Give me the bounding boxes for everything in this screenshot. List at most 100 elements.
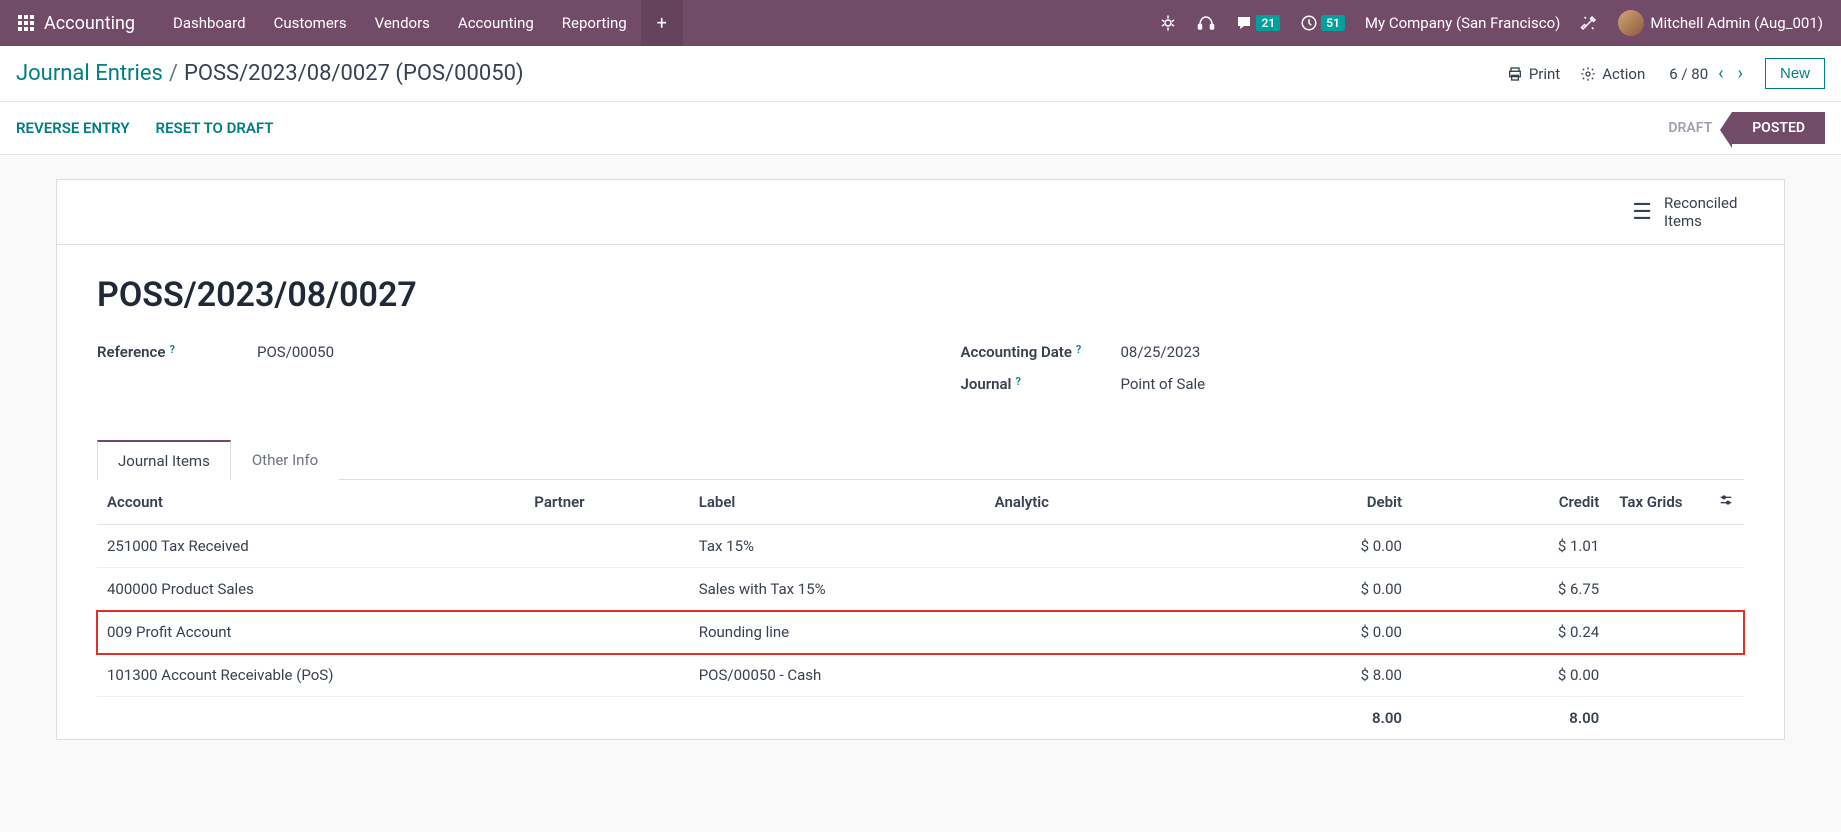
pager-prev[interactable]: ‹ (1714, 63, 1727, 84)
tab-other-info[interactable]: Other Info (231, 440, 339, 480)
activities-icon[interactable]: 51 (1290, 14, 1355, 32)
content-area: ☰ Reconciled Items POSS/2023/08/0027 Ref… (0, 155, 1841, 764)
avatar (1618, 10, 1644, 36)
cell-opts (1708, 525, 1744, 568)
table-row[interactable]: 101300 Account Receivable (PoS) POS/00050… (97, 654, 1744, 697)
print-button[interactable]: Print (1507, 65, 1560, 83)
reverse-entry-button[interactable]: REVERSE ENTRY (16, 119, 130, 137)
debug-icon[interactable] (1149, 14, 1187, 32)
cell-label: Rounding line (689, 611, 985, 654)
status-posted[interactable]: POSTED (1732, 112, 1825, 144)
top-navbar: Accounting Dashboard Customers Vendors A… (0, 0, 1841, 46)
meta-row: Reference? POS/00050 Accounting Date? 08… (97, 343, 1744, 407)
cell-label: Sales with Tax 15% (689, 568, 985, 611)
messages-icon[interactable]: 21 (1225, 14, 1290, 32)
reference-label: Reference? (97, 343, 257, 361)
col-settings[interactable] (1708, 480, 1744, 525)
help-icon[interactable]: ? (169, 343, 174, 356)
cell-account: 101300 Account Receivable (PoS) (97, 654, 524, 697)
pager-next[interactable]: › (1734, 63, 1747, 84)
help-icon[interactable]: ? (1015, 375, 1020, 388)
cell-opts (1708, 654, 1744, 697)
cell-tax (1609, 654, 1708, 697)
reference-value[interactable]: POS/00050 (257, 343, 334, 361)
pager: 6 / 80 ‹ › (1669, 63, 1747, 84)
journal-label: Journal? (961, 375, 1121, 393)
new-button[interactable]: New (1765, 58, 1825, 89)
total-credit: 8.00 (1412, 697, 1609, 740)
col-partner[interactable]: Partner (524, 480, 688, 525)
total-row: 8.008.00 (97, 697, 1744, 740)
apps-icon[interactable] (16, 13, 36, 33)
cell-credit: $ 1.01 (1412, 525, 1609, 568)
cell-debit: $ 8.00 (1215, 654, 1412, 697)
breadcrumb-sep: / (169, 61, 178, 86)
col-credit[interactable]: Credit (1412, 480, 1609, 525)
tab-journal-items[interactable]: Journal Items (97, 440, 231, 480)
cell-opts (1708, 568, 1744, 611)
table-row[interactable]: 400000 Product Sales Sales with Tax 15% $ … (97, 568, 1744, 611)
accounting-date-value[interactable]: 08/25/2023 (1121, 343, 1201, 361)
cell-analytic (985, 611, 1215, 654)
cell-debit: $ 0.00 (1215, 568, 1412, 611)
col-label[interactable]: Label (689, 480, 985, 525)
cell-label: POS/00050 - Cash (689, 654, 985, 697)
cell-partner (524, 611, 688, 654)
reconciled-items-button[interactable]: ☰ Reconciled Items (1632, 194, 1754, 230)
accounting-date-label: Accounting Date? (961, 343, 1121, 361)
nav-dashboard[interactable]: Dashboard (159, 14, 260, 32)
cell-credit: $ 6.75 (1412, 568, 1609, 611)
user-menu[interactable]: Mitchell Admin (Aug_001) (1608, 10, 1833, 36)
user-name: Mitchell Admin (Aug_001) (1650, 14, 1823, 32)
nav-reporting[interactable]: Reporting (548, 14, 641, 32)
print-icon (1507, 66, 1523, 82)
col-account[interactable]: Account (97, 480, 524, 525)
cell-account: 400000 Product Sales (97, 568, 524, 611)
cell-tax (1609, 568, 1708, 611)
reset-draft-button[interactable]: RESET TO DRAFT (156, 119, 274, 137)
action-button[interactable]: Action (1580, 65, 1645, 83)
breadcrumb-root[interactable]: Journal Entries (16, 61, 163, 86)
cell-debit: $ 0.00 (1215, 611, 1412, 654)
nav-add-tab[interactable]: + (641, 0, 683, 46)
cell-tax (1609, 611, 1708, 654)
total-debit: 8.00 (1215, 697, 1412, 740)
entry-title: POSS/2023/08/0027 (97, 275, 1744, 315)
support-icon[interactable] (1187, 14, 1225, 32)
help-icon[interactable]: ? (1076, 343, 1081, 356)
journal-value[interactable]: Point of Sale (1121, 375, 1206, 393)
messages-badge: 21 (1256, 15, 1280, 31)
brand-label[interactable]: Accounting (44, 13, 135, 34)
detail-tabs: Journal Items Other Info (97, 439, 1744, 480)
cell-opts (1708, 611, 1744, 654)
cell-tax (1609, 525, 1708, 568)
cell-partner (524, 525, 688, 568)
cell-partner (524, 568, 688, 611)
cell-label: Tax 15% (689, 525, 985, 568)
action-bar: REVERSE ENTRY RESET TO DRAFT DRAFT POSTE… (0, 102, 1841, 155)
breadcrumb-current: POSS/2023/08/0027 (POS/00050) (184, 61, 524, 86)
journal-items-table: Account Partner Label Analytic Debit Cre… (97, 480, 1744, 739)
pager-text: 6 / 80 (1669, 65, 1708, 83)
nav-accounting[interactable]: Accounting (444, 14, 548, 32)
activities-badge: 51 (1321, 15, 1345, 31)
card-top-bar: ☰ Reconciled Items (57, 180, 1784, 245)
cell-credit: $ 0.24 (1412, 611, 1609, 654)
cell-credit: $ 0.00 (1412, 654, 1609, 697)
cell-analytic (985, 568, 1215, 611)
company-selector[interactable]: My Company (San Francisco) (1355, 14, 1570, 32)
cell-analytic (985, 525, 1215, 568)
col-debit[interactable]: Debit (1215, 480, 1412, 525)
cell-debit: $ 0.00 (1215, 525, 1412, 568)
tools-icon[interactable] (1570, 14, 1608, 32)
table-row[interactable]: 251000 Tax Received Tax 15% $ 0.00$ 1.01 (97, 525, 1744, 568)
cell-analytic (985, 654, 1215, 697)
table-row[interactable]: 009 Profit AccountRounding line$ 0.00$ 0… (97, 611, 1744, 654)
nav-customers[interactable]: Customers (260, 14, 361, 32)
nav-vendors[interactable]: Vendors (361, 14, 444, 32)
gear-icon (1580, 66, 1596, 82)
col-tax-grids[interactable]: Tax Grids (1609, 480, 1708, 525)
status-tabs: DRAFT POSTED (1648, 112, 1825, 144)
cell-account: 251000 Tax Received (97, 525, 524, 568)
col-analytic[interactable]: Analytic (985, 480, 1215, 525)
